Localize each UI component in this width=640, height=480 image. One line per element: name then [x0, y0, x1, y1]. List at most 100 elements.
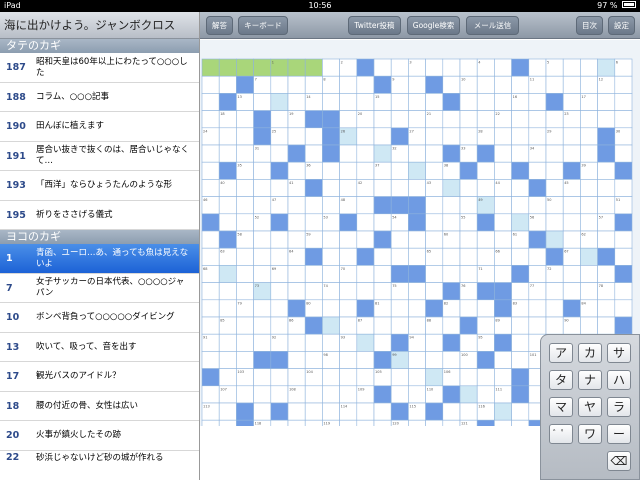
grid-cell[interactable] [373, 213, 392, 232]
grid-cell[interactable] [494, 144, 512, 163]
grid-cell[interactable] [425, 230, 444, 249]
grid-cell[interactable] [270, 179, 289, 197]
grid-cell[interactable] [236, 110, 254, 129]
grid-cell[interactable] [494, 368, 512, 387]
grid-cell[interactable] [580, 213, 598, 232]
grid-cell[interactable] [304, 419, 323, 426]
grid-cell[interactable] [373, 144, 392, 163]
key-na[interactable]: ナ [578, 370, 602, 390]
grid-cell[interactable] [528, 127, 547, 146]
grid-cell[interactable] [201, 385, 220, 404]
grid-cell[interactable] [425, 419, 444, 426]
grid-cell[interactable] [511, 402, 530, 421]
grid-cell[interactable] [425, 161, 444, 180]
grid-cell[interactable] [236, 316, 254, 335]
grid-cell[interactable] [511, 196, 530, 215]
grid-cell[interactable] [339, 75, 358, 94]
grid-cell[interactable] [425, 58, 444, 77]
grid-cell[interactable] [614, 75, 633, 94]
grid-cell[interactable] [270, 385, 289, 404]
grid-cell[interactable] [390, 161, 409, 180]
grid-cell[interactable] [580, 282, 598, 301]
keyboard-button[interactable]: キーボード [238, 16, 288, 35]
yoko-clue-7[interactable]: 7 女子サッカーの日本代表、○○○○ジャパン [0, 274, 199, 303]
grid-cell[interactable] [304, 351, 323, 369]
grid-cell[interactable] [201, 247, 220, 266]
grid-cell[interactable] [201, 93, 220, 111]
grid-cell[interactable] [201, 299, 220, 318]
grid-cell[interactable] [304, 75, 323, 94]
yoko-clue-18[interactable]: 18 腰の付近の骨、女性は広い [0, 392, 199, 421]
grid-cell[interactable] [304, 213, 323, 232]
grid-cell[interactable] [562, 144, 581, 163]
grid-cell[interactable] [580, 127, 598, 146]
grid-cell[interactable] [390, 316, 409, 335]
grid-cell[interactable] [373, 282, 392, 301]
grid-cell[interactable] [390, 110, 409, 129]
grid-cell[interactable] [201, 144, 220, 163]
grid-cell[interactable] [511, 333, 530, 352]
grid-cell[interactable] [218, 402, 237, 421]
grid-cell[interactable] [390, 247, 409, 266]
tate-clue-193[interactable]: 193 「西洋」ならひょうたんのような形 [0, 171, 199, 201]
grid-cell[interactable] [356, 265, 375, 283]
grid-cell[interactable] [545, 316, 564, 335]
grid-cell[interactable] [511, 351, 530, 369]
yoko-clue-22[interactable]: 22 砂浜じゃないけど砂の城が作れる [0, 451, 199, 465]
grid-cell[interactable] [270, 230, 289, 249]
grid-cell[interactable] [287, 265, 306, 283]
grid-cell[interactable] [494, 402, 512, 421]
grid-cell[interactable] [322, 58, 340, 77]
grid-cell[interactable] [287, 127, 306, 146]
grid-cell[interactable] [545, 282, 564, 301]
grid-cell[interactable] [390, 58, 409, 77]
grid-cell[interactable] [442, 75, 461, 94]
grid-cell[interactable] [528, 58, 547, 77]
twitter-post-button[interactable]: Twitter投稿 [348, 16, 401, 35]
grid-cell[interactable] [339, 179, 358, 197]
grid-cell[interactable] [511, 316, 530, 335]
grid-cell[interactable] [304, 144, 323, 163]
grid-cell[interactable] [339, 282, 358, 301]
grid-cell[interactable] [201, 351, 220, 369]
grid-cell[interactable] [236, 127, 254, 146]
grid-cell[interactable] [390, 385, 409, 404]
grid-cell[interactable] [373, 419, 392, 426]
grid-cell[interactable] [322, 333, 340, 352]
grid-cell[interactable] [597, 265, 616, 283]
grid-cell[interactable] [442, 196, 461, 215]
grid-cell[interactable] [322, 230, 340, 249]
grid-cell[interactable] [373, 247, 392, 266]
tate-clue-187[interactable]: 187 昭和天皇は60年以上にわたって○○○した [0, 53, 199, 83]
grid-cell[interactable] [236, 351, 254, 369]
tate-clue-188[interactable]: 188 コラム、○○○記事 [0, 83, 199, 112]
grid-cell[interactable] [459, 333, 478, 352]
grid-cell[interactable] [201, 282, 220, 301]
grid-cell[interactable] [408, 247, 426, 266]
grid-cell[interactable] [562, 93, 581, 111]
grid-cell[interactable] [476, 299, 495, 318]
grid-cell[interactable] [442, 110, 461, 129]
grid-cell[interactable] [270, 93, 289, 111]
grid-cell[interactable] [356, 333, 375, 352]
key-dakuten[interactable]: ゛゜ [549, 424, 573, 444]
google-search-button[interactable]: Google検索 [407, 16, 460, 35]
grid-cell[interactable] [339, 316, 358, 335]
grid-cell[interactable] [494, 196, 512, 215]
grid-cell[interactable] [390, 230, 409, 249]
grid-cell[interactable] [408, 419, 426, 426]
grid-cell[interactable] [408, 75, 426, 94]
grid-cell[interactable] [218, 282, 237, 301]
grid-cell[interactable] [597, 161, 616, 180]
grid-cell[interactable] [201, 161, 220, 180]
yoko-clue-13[interactable]: 13 吹いて、吸って、音を出す [0, 333, 199, 362]
key-ta[interactable]: タ [549, 370, 573, 390]
grid-cell[interactable] [356, 93, 375, 111]
grid-cell[interactable] [270, 316, 289, 335]
grid-cell[interactable] [270, 419, 289, 426]
grid-cell[interactable] [408, 179, 426, 197]
grid-cell[interactable] [253, 299, 272, 318]
grid-cell[interactable] [236, 385, 254, 404]
grid-cell[interactable] [459, 265, 478, 283]
grid-cell[interactable] [373, 265, 392, 283]
